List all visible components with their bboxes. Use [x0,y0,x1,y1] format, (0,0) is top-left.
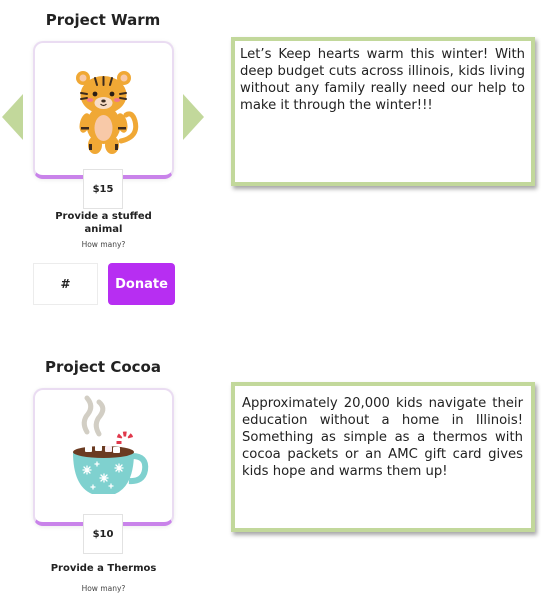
item-name: Provide a Thermos [50,563,157,574]
product-card [33,388,174,526]
how-many-label: How many? [81,240,126,249]
hot-cocoa-mug-icon [73,395,149,494]
arrow-right-icon[interactable] [181,93,205,141]
tiger-plush-icon [76,71,139,154]
project-description: Approximately 20,000 kids navigate their… [231,382,535,532]
project-title: Project Cocoa [45,358,161,376]
how-many-label: How many? [81,584,126,593]
item-name: Provide a stuffed animal [55,211,152,235]
arrow-left-icon[interactable] [1,93,25,141]
quantity-input[interactable] [33,263,98,305]
price-tag: $10 [83,514,123,554]
donate-button[interactable]: Donate [108,263,175,305]
project-title: Project Warm [45,11,161,29]
price-tag: $15 [83,169,123,209]
product-card [33,41,174,179]
project-description: Let’s Keep hearts warm this winter! With… [231,37,535,186]
